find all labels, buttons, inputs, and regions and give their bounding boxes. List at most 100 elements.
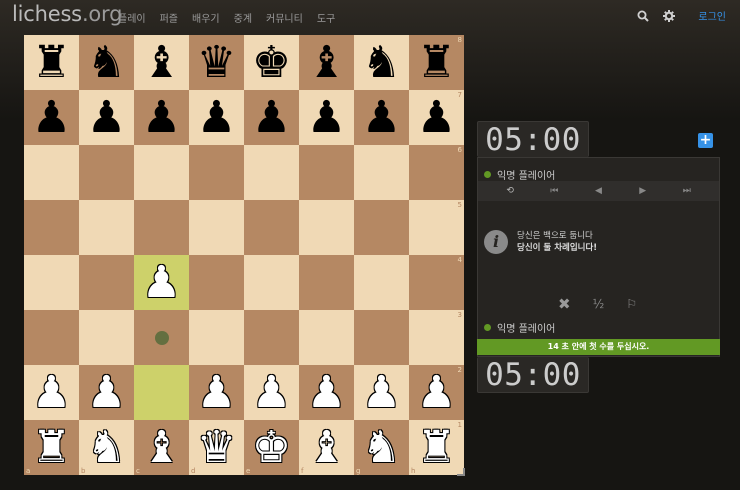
- square-d4[interactable]: [189, 255, 244, 310]
- nav-broadcast[interactable]: 중계: [234, 10, 252, 25]
- square-f4[interactable]: [299, 255, 354, 310]
- site-logo[interactable]: lichess.org: [12, 2, 122, 26]
- black-pawn-piece[interactable]: ♟: [32, 95, 71, 140]
- nav-learn[interactable]: 배우기: [192, 10, 220, 25]
- square-h5[interactable]: 5: [409, 200, 464, 255]
- square-e1[interactable]: ♚ e: [244, 420, 299, 475]
- square-f5[interactable]: [299, 200, 354, 255]
- square-b6[interactable]: [79, 145, 134, 200]
- square-a1[interactable]: ♜ a: [24, 420, 79, 475]
- square-b7[interactable]: ♟: [79, 90, 134, 145]
- black-knight-piece[interactable]: ♞: [87, 40, 126, 85]
- chess-board[interactable]: ♜ ♞ ♝ ♛ ♚ ♝ ♞ ♜ 8 ♟ ♟ ♟ ♟ ♟ ♟ ♟ ♟ 7 6 5 ♟ 4 3 ♟ ♟ ♟ ♟ ♟ ♟ ♟ 2 ♜ a ♞ b ♝ c ♛ d ♚…: [24, 35, 464, 475]
- self-player[interactable]: 익명 플레이어: [484, 320, 555, 335]
- black-rook-piece[interactable]: ♜: [32, 40, 71, 85]
- black-pawn-piece[interactable]: ♟: [87, 95, 126, 140]
- next-move-icon[interactable]: ▶: [633, 186, 653, 196]
- square-g7[interactable]: ♟: [354, 90, 409, 145]
- nav-community[interactable]: 커뮤니티: [266, 10, 303, 25]
- square-a7[interactable]: ♟: [24, 90, 79, 145]
- square-c8[interactable]: ♝: [134, 35, 189, 90]
- first-move-icon[interactable]: ⏮: [544, 186, 564, 196]
- square-f6[interactable]: [299, 145, 354, 200]
- white-rook-piece[interactable]: ♜: [32, 425, 71, 470]
- square-c2[interactable]: [134, 365, 189, 420]
- last-move-icon[interactable]: ⏭: [677, 186, 697, 196]
- black-pawn-piece[interactable]: ♟: [197, 95, 236, 140]
- square-d3[interactable]: [189, 310, 244, 365]
- square-f2[interactable]: ♟: [299, 365, 354, 420]
- square-c6[interactable]: [134, 145, 189, 200]
- black-rook-piece[interactable]: ♜: [417, 40, 456, 85]
- resign-flag-icon[interactable]: ⚐: [626, 297, 637, 311]
- square-a2[interactable]: ♟: [24, 365, 79, 420]
- white-knight-piece[interactable]: ♞: [87, 425, 126, 470]
- square-b3[interactable]: [79, 310, 134, 365]
- square-e4[interactable]: [244, 255, 299, 310]
- white-pawn-piece[interactable]: ♟: [197, 370, 236, 415]
- square-h3[interactable]: 3: [409, 310, 464, 365]
- black-pawn-piece[interactable]: ♟: [307, 95, 346, 140]
- square-g4[interactable]: [354, 255, 409, 310]
- square-g1[interactable]: ♞ g: [354, 420, 409, 475]
- nav-tools[interactable]: 도구: [317, 10, 335, 25]
- black-pawn-piece[interactable]: ♟: [142, 95, 181, 140]
- square-b8[interactable]: ♞: [79, 35, 134, 90]
- square-a5[interactable]: [24, 200, 79, 255]
- square-f8[interactable]: ♝: [299, 35, 354, 90]
- white-bishop-piece[interactable]: ♝: [307, 425, 346, 470]
- square-e6[interactable]: [244, 145, 299, 200]
- square-b4[interactable]: [79, 255, 134, 310]
- square-a6[interactable]: [24, 145, 79, 200]
- white-pawn-piece[interactable]: ♟: [32, 370, 71, 415]
- white-pawn-piece[interactable]: ♟: [87, 370, 126, 415]
- black-queen-piece[interactable]: ♛: [197, 40, 236, 85]
- square-c1[interactable]: ♝ c: [134, 420, 189, 475]
- square-e8[interactable]: ♚: [244, 35, 299, 90]
- square-c4[interactable]: ♟: [134, 255, 189, 310]
- white-queen-piece[interactable]: ♛: [197, 425, 236, 470]
- square-f7[interactable]: ♟: [299, 90, 354, 145]
- square-b1[interactable]: ♞ b: [79, 420, 134, 475]
- white-pawn-piece[interactable]: ♟: [307, 370, 346, 415]
- square-d7[interactable]: ♟: [189, 90, 244, 145]
- nav-play[interactable]: 플레이: [118, 10, 146, 25]
- white-king-piece[interactable]: ♚: [252, 425, 291, 470]
- square-h4[interactable]: 4: [409, 255, 464, 310]
- add-time-button[interactable]: +: [698, 133, 713, 148]
- gear-icon[interactable]: [662, 9, 676, 23]
- square-h7[interactable]: ♟ 7: [409, 90, 464, 145]
- login-link[interactable]: 로그인: [698, 8, 726, 23]
- square-d5[interactable]: [189, 200, 244, 255]
- white-pawn-piece[interactable]: ♟: [252, 370, 291, 415]
- square-d6[interactable]: [189, 145, 244, 200]
- square-f3[interactable]: [299, 310, 354, 365]
- black-bishop-piece[interactable]: ♝: [142, 40, 181, 85]
- square-e7[interactable]: ♟: [244, 90, 299, 145]
- move-destination-dot[interactable]: [154, 330, 169, 345]
- square-h6[interactable]: 6: [409, 145, 464, 200]
- black-king-piece[interactable]: ♚: [252, 40, 291, 85]
- square-b2[interactable]: ♟: [79, 365, 134, 420]
- square-d1[interactable]: ♛ d: [189, 420, 244, 475]
- white-pawn-piece[interactable]: ♟: [417, 370, 456, 415]
- square-a3[interactable]: [24, 310, 79, 365]
- square-e5[interactable]: [244, 200, 299, 255]
- square-g8[interactable]: ♞: [354, 35, 409, 90]
- nav-puzzles[interactable]: 퍼즐: [160, 10, 178, 25]
- black-knight-piece[interactable]: ♞: [362, 40, 401, 85]
- black-pawn-piece[interactable]: ♟: [362, 95, 401, 140]
- square-c3[interactable]: [134, 310, 189, 365]
- square-h8[interactable]: ♜ 8: [409, 35, 464, 90]
- black-pawn-piece[interactable]: ♟: [417, 95, 456, 140]
- square-c5[interactable]: [134, 200, 189, 255]
- square-g3[interactable]: [354, 310, 409, 365]
- square-g6[interactable]: [354, 145, 409, 200]
- search-icon[interactable]: [636, 9, 650, 23]
- square-h1[interactable]: ♜ 1 h: [409, 420, 464, 475]
- prev-move-icon[interactable]: ◀: [588, 186, 608, 196]
- square-d2[interactable]: ♟: [189, 365, 244, 420]
- square-g5[interactable]: [354, 200, 409, 255]
- square-a4[interactable]: [24, 255, 79, 310]
- board-resize-handle[interactable]: [457, 468, 465, 476]
